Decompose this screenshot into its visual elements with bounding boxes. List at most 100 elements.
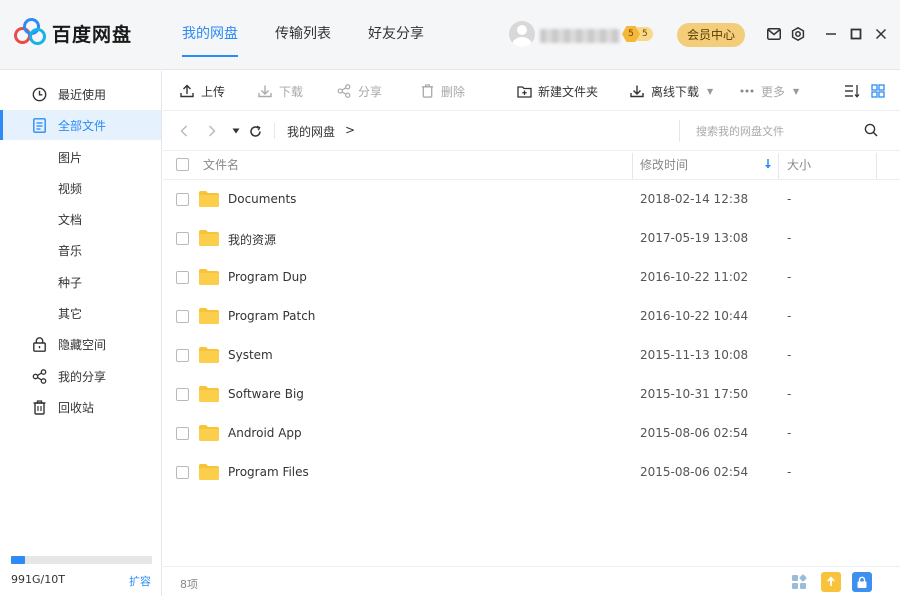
mail-icon[interactable]: [765, 25, 783, 43]
new-folder-label: 新建文件夹: [538, 84, 599, 99]
sidebar-item-all-files[interactable]: 全部文件: [0, 110, 161, 140]
column-header-name[interactable]: 文件名: [203, 151, 239, 180]
table-row[interactable]: Program Patch 2016-10-22 10:44 -: [163, 297, 900, 336]
user-name-blurred[interactable]: [540, 29, 620, 43]
app-grid-icon[interactable]: [789, 572, 809, 592]
storage-quota-bar: [11, 556, 152, 564]
expand-storage-link[interactable]: 扩容: [129, 573, 151, 589]
sidebar-item-label: 图片: [58, 150, 83, 165]
sidebar: 最近使用 全部文件 图片 视频 文档 音乐 种子 其它 隐藏空间 我的分享 回收…: [0, 71, 162, 596]
history-dropdown-icon[interactable]: [227, 122, 245, 140]
folder-icon: [199, 191, 219, 207]
sidebar-item-torrents[interactable]: 种子: [0, 267, 161, 297]
download-label: 下载: [279, 84, 304, 99]
column-header-size[interactable]: 大小: [787, 151, 811, 180]
sidebar-item-label: 音乐: [58, 243, 83, 258]
search-box: [679, 120, 889, 142]
upload-folder-icon[interactable]: [821, 572, 841, 592]
search-input[interactable]: [696, 120, 856, 142]
search-icon[interactable]: [864, 123, 880, 139]
grid-view-button[interactable]: [870, 71, 892, 111]
tab-transfer-list[interactable]: 传输列表: [275, 0, 331, 70]
sidebar-item-music[interactable]: 音乐: [0, 235, 161, 265]
column-divider: [876, 153, 877, 179]
sidebar-item-recycle-bin[interactable]: 回收站: [0, 392, 161, 422]
table-row[interactable]: Android App 2015-08-06 02:54 -: [163, 414, 900, 453]
sidebar-item-images[interactable]: 图片: [0, 142, 161, 172]
tab-my-disk[interactable]: 我的网盘: [182, 0, 238, 70]
folder-icon: [199, 308, 219, 324]
table-row[interactable]: Software Big 2015-10-31 17:50 -: [163, 375, 900, 414]
delete-label: 删除: [441, 84, 466, 99]
trash-icon: [31, 399, 47, 415]
row-checkbox[interactable]: [176, 388, 189, 401]
sidebar-item-hidden-space[interactable]: 隐藏空间: [0, 329, 161, 359]
file-size: -: [787, 270, 792, 284]
level-badge[interactable]: 5 5: [622, 26, 653, 42]
maximize-icon[interactable]: [847, 25, 865, 43]
forward-icon[interactable]: [203, 122, 221, 140]
chevron-down-icon: ▼: [707, 86, 714, 96]
table-row[interactable]: System 2015-11-13 10:08 -: [163, 336, 900, 375]
file-size: -: [787, 465, 792, 479]
column-header-modified[interactable]: 修改时间: [640, 151, 688, 180]
settings-gear-icon[interactable]: [789, 25, 807, 43]
upload-button[interactable]: 上传: [179, 71, 225, 111]
row-checkbox[interactable]: [176, 193, 189, 206]
ellipsis-icon: [739, 83, 755, 99]
sidebar-item-label: 视频: [58, 181, 83, 196]
row-checkbox[interactable]: [176, 466, 189, 479]
row-checkbox[interactable]: [176, 232, 189, 245]
avatar[interactable]: [509, 21, 535, 47]
file-name: 我的资源: [228, 233, 277, 247]
sort-button[interactable]: [844, 71, 866, 111]
minimize-icon[interactable]: [822, 25, 840, 43]
table-row[interactable]: 我的资源 2017-05-19 13:08 -: [163, 219, 900, 258]
sidebar-item-videos[interactable]: 视频: [0, 173, 161, 203]
refresh-icon[interactable]: [246, 122, 264, 140]
row-checkbox[interactable]: [176, 310, 189, 323]
close-icon[interactable]: [872, 25, 890, 43]
share-icon: [336, 83, 352, 99]
sidebar-item-label: 最近使用: [58, 87, 107, 102]
address-divider: [274, 123, 275, 139]
table-row[interactable]: Program Dup 2016-10-22 11:02 -: [163, 258, 900, 297]
sidebar-item-docs[interactable]: 文档: [0, 204, 161, 234]
download-button[interactable]: 下载: [257, 71, 303, 111]
sidebar-item-label: 我的分享: [58, 369, 107, 384]
new-folder-button[interactable]: 新建文件夹: [516, 71, 598, 111]
file-name: Program Dup: [228, 270, 307, 284]
sidebar-item-recent[interactable]: 最近使用: [0, 79, 161, 109]
file-size: -: [787, 309, 792, 323]
baidu-cloud-logo-icon: [14, 18, 48, 48]
select-all-checkbox[interactable]: [176, 158, 189, 171]
more-button[interactable]: 更多 ▼: [739, 71, 799, 111]
safe-box-lock-icon[interactable]: [852, 572, 872, 592]
table-row[interactable]: Program Files 2015-08-06 02:54 -: [163, 453, 900, 492]
vip-center-button[interactable]: 会员中心: [677, 23, 745, 47]
offline-download-button[interactable]: 离线下载 ▼: [629, 71, 713, 111]
table-row[interactable]: Documents 2018-02-14 12:38 -: [163, 180, 900, 219]
file-modified: 2015-08-06 02:54: [640, 426, 749, 440]
sidebar-item-label: 文档: [58, 212, 83, 227]
status-bar: 8项: [163, 566, 900, 596]
sidebar-item-other[interactable]: 其它: [0, 298, 161, 328]
trash-icon: [419, 83, 435, 99]
row-checkbox[interactable]: [176, 427, 189, 440]
file-size: -: [787, 348, 792, 362]
row-checkbox[interactable]: [176, 349, 189, 362]
grid-view-icon: [870, 83, 886, 99]
sidebar-item-my-shares[interactable]: 我的分享: [0, 361, 161, 391]
file-name: Documents: [228, 192, 297, 206]
breadcrumb[interactable]: 我的网盘: [287, 123, 335, 140]
sidebar-item-label: 隐藏空间: [58, 337, 107, 352]
row-checkbox[interactable]: [176, 271, 189, 284]
back-icon[interactable]: [175, 122, 193, 140]
tab-friend-share[interactable]: 好友分享: [368, 0, 424, 70]
delete-button[interactable]: 删除: [419, 71, 465, 111]
share-button[interactable]: 分享: [336, 71, 382, 111]
file-size: -: [787, 426, 792, 440]
upload-label: 上传: [201, 84, 226, 99]
folder-icon: [199, 269, 219, 285]
download-icon: [257, 83, 273, 99]
